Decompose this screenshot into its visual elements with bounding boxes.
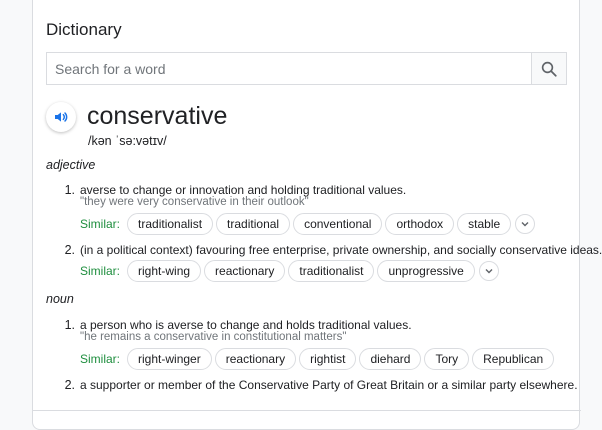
search-input[interactable] bbox=[47, 53, 532, 84]
similar-chip[interactable]: traditional bbox=[216, 213, 291, 235]
sense-definition: (in a political context) favouring free … bbox=[80, 243, 602, 257]
pronunciation-button[interactable] bbox=[46, 102, 76, 132]
sense-definition: averse to change or innovation and holdi… bbox=[80, 183, 407, 197]
chevron-down-icon bbox=[521, 222, 529, 227]
similar-chip[interactable]: traditionalist bbox=[127, 213, 214, 235]
speaker-icon bbox=[55, 112, 68, 122]
expand-similar-button[interactable] bbox=[515, 214, 536, 234]
sense-example: "they were very conservative in their ou… bbox=[80, 196, 309, 208]
sense-definition: a person who is averse to change and hol… bbox=[80, 318, 412, 332]
similar-label: Similar: bbox=[80, 264, 121, 278]
similar-chip[interactable]: orthodox bbox=[385, 213, 455, 235]
similar-chip[interactable]: Tory bbox=[424, 348, 470, 370]
similar-chip[interactable]: conventional bbox=[293, 213, 383, 235]
similar-row: Similar: traditionalist traditional conv… bbox=[80, 213, 536, 235]
similar-chip[interactable]: right-wing bbox=[127, 260, 202, 282]
similar-label: Similar: bbox=[80, 352, 121, 366]
phonetic: /kən ˈsə:vətɪv/ bbox=[88, 134, 167, 148]
search-icon bbox=[541, 61, 557, 77]
sense-number: 2. bbox=[64, 378, 75, 392]
similar-label: Similar: bbox=[80, 217, 121, 231]
similar-row: Similar: right-wing reactionary traditio… bbox=[80, 260, 499, 282]
headword: conservative bbox=[87, 102, 228, 130]
similar-chip[interactable]: diehard bbox=[359, 348, 422, 370]
similar-chip[interactable]: reactionary bbox=[204, 260, 286, 282]
similar-chip[interactable]: stable bbox=[457, 213, 512, 235]
sense-number: 1. bbox=[64, 318, 75, 332]
similar-row: Similar: right-winger reactionary righti… bbox=[80, 348, 557, 370]
sense-definition: a supporter or member of the Conservativ… bbox=[80, 378, 578, 392]
expand-similar-button[interactable] bbox=[478, 261, 499, 281]
sense-example: "he remains a conservative in constituti… bbox=[80, 331, 347, 343]
similar-chip[interactable]: unprogressive bbox=[377, 260, 475, 282]
similar-chip[interactable]: traditionalist bbox=[288, 260, 375, 282]
similar-chip[interactable]: reactionary bbox=[214, 348, 297, 370]
part-of-speech-adjective: adjective bbox=[46, 158, 96, 172]
similar-chip[interactable]: Republican bbox=[472, 348, 555, 370]
chevron-down-icon bbox=[485, 269, 493, 274]
part-of-speech-noun: noun bbox=[46, 292, 74, 306]
section-title: Dictionary bbox=[46, 20, 122, 39]
search-button[interactable] bbox=[531, 53, 566, 84]
sense-number: 2. bbox=[64, 243, 75, 257]
search-box bbox=[46, 52, 567, 85]
similar-chip[interactable]: rightist bbox=[299, 348, 357, 370]
similar-chip[interactable]: right-winger bbox=[127, 348, 212, 370]
sense-number: 1. bbox=[64, 183, 75, 197]
divider bbox=[33, 410, 581, 411]
dictionary-card: Dictionary conservative /kən ˈsə:vətɪv/ … bbox=[32, 0, 602, 430]
